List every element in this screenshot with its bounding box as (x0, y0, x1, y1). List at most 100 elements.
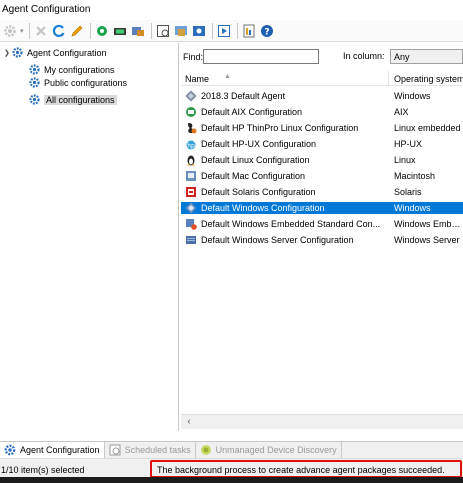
refresh-icon[interactable] (51, 23, 67, 39)
schedule-icon[interactable] (155, 23, 171, 39)
agent-diamond-icon (185, 90, 197, 102)
mac-icon (185, 170, 197, 182)
agent-package-icon[interactable] (112, 23, 128, 39)
report-icon[interactable] (241, 23, 257, 39)
in-column-label: In column: (343, 51, 385, 61)
row-name: Default Windows Configuration (201, 203, 325, 213)
row-name: Default Windows Server Configuration (201, 235, 354, 245)
find-bar: Find: In column: Any (181, 49, 463, 65)
row-name: Default HP-UX Configuration (201, 139, 317, 149)
tab-label: Scheduled tasks (124, 445, 191, 455)
gear-icon[interactable] (2, 23, 18, 39)
toolbar-separator (28, 22, 30, 39)
tab-unmanaged-device-discovery[interactable]: Unmanaged Device Discovery (196, 441, 342, 459)
row-name: Default Linux Configuration (201, 155, 310, 165)
toolbar-separator (236, 22, 238, 39)
deploy-icon[interactable] (130, 23, 146, 39)
table-row[interactable]: Default Solaris Configuration Solaris (181, 186, 463, 198)
table-row[interactable]: Default Mac Configuration Macintosh (181, 170, 463, 182)
row-os: Macintosh (394, 171, 436, 181)
status-message-text: The background process to create advance… (157, 465, 445, 475)
row-name: Default Mac Configuration (201, 171, 306, 181)
configuration-list-panel: Find: In column: Any Name ▲ Operating sy… (181, 43, 463, 431)
run-icon[interactable] (216, 23, 232, 39)
hpux-icon: hp (185, 138, 197, 150)
column-select[interactable]: Any (390, 49, 463, 64)
dropdown-arrow-icon[interactable]: ▾ (20, 27, 24, 35)
configuration-tree: ❯ Agent Configuration My configurations … (0, 43, 179, 431)
row-name: Default HP ThinPro Linux Configuration (201, 123, 359, 133)
tree-item-all-configurations[interactable]: All configurations (29, 93, 117, 106)
gear-icon (4, 444, 16, 456)
row-name: 2018.3 Default Agent (201, 91, 286, 101)
table-row[interactable]: hp Default HP-UX Configuration HP-UX (181, 138, 463, 150)
delete-icon[interactable] (33, 23, 49, 39)
row-os: Windows (394, 91, 431, 101)
gear-icon (29, 64, 40, 75)
column-divider[interactable] (388, 71, 389, 86)
windows-server-icon (185, 234, 197, 246)
taskbar-strip (0, 477, 463, 483)
tab-label: Unmanaged Device Discovery (215, 445, 337, 455)
selection-count: 1/10 item(s) selected (1, 465, 85, 475)
bottom-tabs: Agent Configuration Scheduled tasks Unma… (0, 441, 463, 459)
tree-item-label: My configurations (44, 64, 115, 75)
tree-item-public-configurations[interactable]: Public configurations (29, 76, 127, 89)
table-row[interactable]: Default Windows Server Configuration Wind… (181, 234, 463, 246)
properties-icon[interactable] (191, 23, 207, 39)
tab-agent-configuration[interactable]: Agent Configuration (0, 441, 105, 459)
thinpro-icon (185, 122, 197, 134)
gear-icon (12, 47, 23, 58)
window-title: Agent Configuration (0, 0, 463, 19)
column-header-os[interactable]: Operating system (394, 74, 463, 84)
tree-item-label: All configurations (44, 94, 117, 105)
settings-icon[interactable] (94, 23, 110, 39)
toolbar-separator (89, 22, 91, 39)
svg-text:hp: hp (187, 143, 195, 150)
tree-item-my-configurations[interactable]: My configurations (29, 63, 115, 76)
table-row[interactable]: Default HP ThinPro Linux Configuration Li… (181, 122, 463, 134)
row-name: Default Windows Embedded Standard Con... (201, 219, 381, 229)
column-select-value: Any (394, 52, 410, 62)
help-icon[interactable]: ? (259, 23, 275, 39)
row-os: Windows Embe... (394, 219, 463, 229)
row-name: Default Solaris Configuration (201, 187, 316, 197)
table-row[interactable]: Default Windows Embedded Standard Con...… (181, 218, 463, 230)
list-header: Name ▲ Operating system (181, 71, 463, 86)
scheduled-task-icon[interactable] (173, 23, 189, 39)
linux-icon (185, 154, 197, 166)
row-os: Linux (394, 155, 416, 165)
sort-ascending-icon: ▲ (224, 73, 231, 80)
edit-pencil-icon[interactable] (69, 23, 85, 39)
chevron-down-icon[interactable]: ❯ (4, 49, 12, 57)
tab-scheduled-tasks[interactable]: Scheduled tasks (105, 441, 196, 459)
row-os: Solaris (394, 187, 422, 197)
row-os: HP-UX (394, 139, 423, 149)
row-os: Windows Server (394, 235, 460, 245)
svg-text:?: ? (264, 27, 269, 37)
toolbar-separator (150, 22, 152, 39)
status-bar: 1/10 item(s) selected The background pro… (0, 458, 463, 478)
table-row[interactable]: Default Windows Configuration Windows (181, 202, 463, 214)
windows-icon (185, 202, 197, 214)
row-os: Linux embedded (394, 123, 461, 133)
table-row[interactable]: 2018.3 Default Agent Windows (181, 90, 463, 102)
scroll-left-icon[interactable]: ‹ (183, 416, 195, 428)
tree-root-agent-configuration[interactable]: ❯ Agent Configuration (4, 46, 107, 59)
find-input[interactable] (203, 49, 319, 64)
gear-icon (29, 94, 40, 105)
tab-label: Agent Configuration (20, 445, 100, 455)
table-row[interactable]: Default AIX Configuration AIX (181, 106, 463, 118)
horizontal-scrollbar[interactable]: ‹ (181, 414, 463, 429)
tree-root-label: Agent Configuration (27, 47, 107, 58)
gear-icon (29, 77, 40, 88)
aix-icon (185, 106, 197, 118)
toolbar-separator (211, 22, 213, 39)
column-header-name[interactable]: Name (185, 74, 209, 84)
clock-icon (109, 444, 121, 456)
row-os: Windows (394, 203, 431, 213)
row-os: AIX (394, 107, 409, 117)
table-row[interactable]: Default Linux Configuration Linux (181, 154, 463, 166)
discovery-icon (200, 444, 212, 456)
windows-embedded-icon (185, 218, 197, 230)
